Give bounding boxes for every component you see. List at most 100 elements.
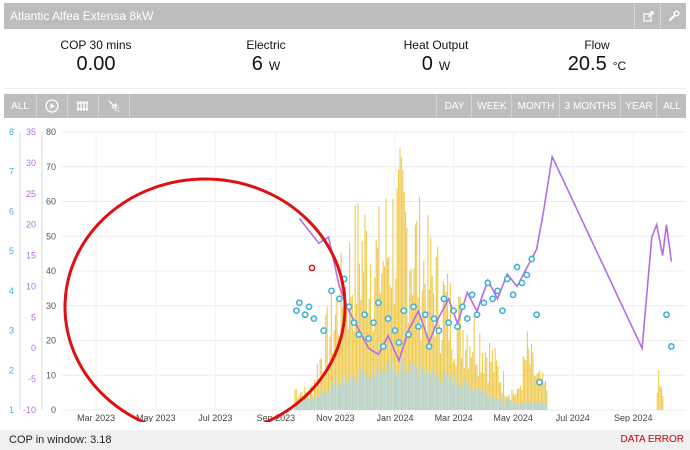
heat-bar: [531, 343, 533, 410]
cop-window: COP in window: 3.18: [9, 434, 112, 446]
range-day-button[interactable]: DAY: [436, 94, 472, 118]
annotation-circle: [63, 177, 347, 422]
electric-bar: [328, 391, 330, 410]
electric-bar: [515, 404, 517, 410]
stat-heat-unit: W: [438, 59, 451, 73]
electric-bar: [407, 374, 409, 410]
electric-bar: [399, 361, 401, 410]
cop-point: [503, 275, 511, 283]
chart-toolbar: ALL DAY WEEK MONTH 3 MONTHS YEAR ALL: [4, 94, 686, 118]
y-temp-tick-label: 0: [31, 343, 36, 353]
cop-point: [374, 299, 382, 307]
cop-point: [415, 323, 422, 330]
all-series-button[interactable]: ALL: [4, 94, 37, 118]
electric-bar: [354, 381, 356, 410]
stat-flow-label: Flow: [584, 38, 610, 52]
stat-heat-value: 0: [421, 53, 433, 75]
heat-bar: [659, 385, 661, 410]
electric-bar: [335, 385, 337, 410]
range-3months-button[interactable]: 3 MONTHS: [559, 94, 621, 118]
range-week-button[interactable]: WEEK: [471, 94, 512, 118]
electric-bar: [409, 359, 411, 410]
y-temp-tick-label: -5: [28, 374, 36, 384]
electric-bar: [323, 392, 325, 410]
electric-bar: [308, 397, 310, 410]
stat-cop-value-row: 0.00: [11, 53, 181, 76]
electric-bar: [302, 402, 304, 410]
cop-point: [421, 311, 429, 319]
electric-bar: [361, 365, 363, 410]
electric-bar: [378, 372, 380, 410]
electric-bar: [368, 379, 370, 410]
electric-bar: [493, 394, 495, 410]
electric-bar: [403, 371, 405, 410]
y-temp-tick-label: 35: [26, 127, 36, 137]
electric-bar: [315, 395, 317, 410]
electric-bar: [389, 369, 391, 410]
range-year-button[interactable]: YEAR: [620, 94, 657, 118]
stats-panel: COP 30 mins 0.00 Electric 6W Heat Output…: [4, 30, 686, 89]
cop-point: [509, 291, 517, 299]
cop-point: [328, 287, 335, 295]
electric-bar: [421, 368, 423, 410]
x-tick-label: Mar 2023: [77, 413, 115, 422]
cop-point: [499, 307, 506, 315]
y-temp-tick-label: 5: [31, 312, 36, 322]
electric-bar: [531, 400, 533, 410]
cop-point: [454, 323, 461, 330]
electric-bar: [521, 402, 523, 410]
x-tick-label: May 2024: [493, 413, 533, 422]
electric-bar: [424, 374, 426, 410]
settings-button[interactable]: [660, 3, 687, 29]
chart-area[interactable]: 0 10 20 30 40 50 60 70 80 -10 -5 0 5 10 15 20 25 30 35 1 2 3 4…: [0, 122, 690, 422]
heat-bar: [522, 356, 524, 410]
y-left-tick-label: 40: [46, 266, 56, 276]
cop-point: [379, 343, 387, 350]
electric-bar: [482, 389, 484, 410]
shower-button[interactable]: [99, 94, 130, 118]
history-chart: 0 10 20 30 40 50 60 70 80 -10 -5 0 5 10 15 20 25 30 35 1 2 3 4…: [9, 127, 686, 422]
cop-point: [355, 331, 363, 338]
electric-bar: [339, 383, 341, 410]
cop-point: [292, 307, 300, 315]
electric-bar: [519, 404, 521, 410]
range-month-button[interactable]: MONTH: [511, 94, 560, 118]
app-header: Atlantic Alfea Extensa 8kW: [4, 3, 686, 29]
electric-bar: [311, 396, 313, 410]
heat-bar: [660, 387, 663, 410]
heat-bar: [526, 331, 528, 410]
heat-bar: [658, 370, 660, 410]
cop-point: [295, 299, 303, 307]
electric-bar: [542, 402, 544, 410]
electric-bar: [505, 402, 507, 410]
cop-point: [663, 311, 670, 319]
electric-bar: [406, 370, 408, 410]
cop-point: [301, 311, 309, 319]
radiator-button[interactable]: [68, 94, 99, 118]
electric-bar: [358, 373, 360, 410]
data-error-link[interactable]: DATA ERROR: [620, 434, 684, 445]
electric-bar: [525, 400, 527, 410]
stat-flow-value: 20.5: [567, 53, 607, 75]
electric-bar: [448, 379, 450, 410]
range-all-button[interactable]: ALL: [656, 94, 687, 118]
electric-bar: [413, 364, 415, 410]
electric-bar: [307, 396, 309, 410]
stat-flow-unit: °C: [612, 59, 627, 73]
electric-bar: [545, 401, 547, 410]
cop-point: [335, 295, 343, 303]
y-left-tick-label: 30: [46, 301, 56, 311]
electric-bar: [312, 398, 314, 410]
electric-bar: [340, 382, 342, 410]
electric-bar: [497, 398, 499, 410]
cop-point: [384, 315, 392, 323]
electric-bar: [532, 403, 534, 410]
electric-bar: [353, 377, 355, 410]
electric-bar: [414, 372, 416, 410]
electric-bar: [440, 382, 442, 410]
electric-bar: [463, 378, 465, 410]
external-link-button[interactable]: [634, 3, 661, 29]
electric-bar: [473, 387, 475, 410]
play-button[interactable]: [37, 94, 68, 118]
stat-heat-output: Heat Output 0W: [351, 38, 521, 76]
